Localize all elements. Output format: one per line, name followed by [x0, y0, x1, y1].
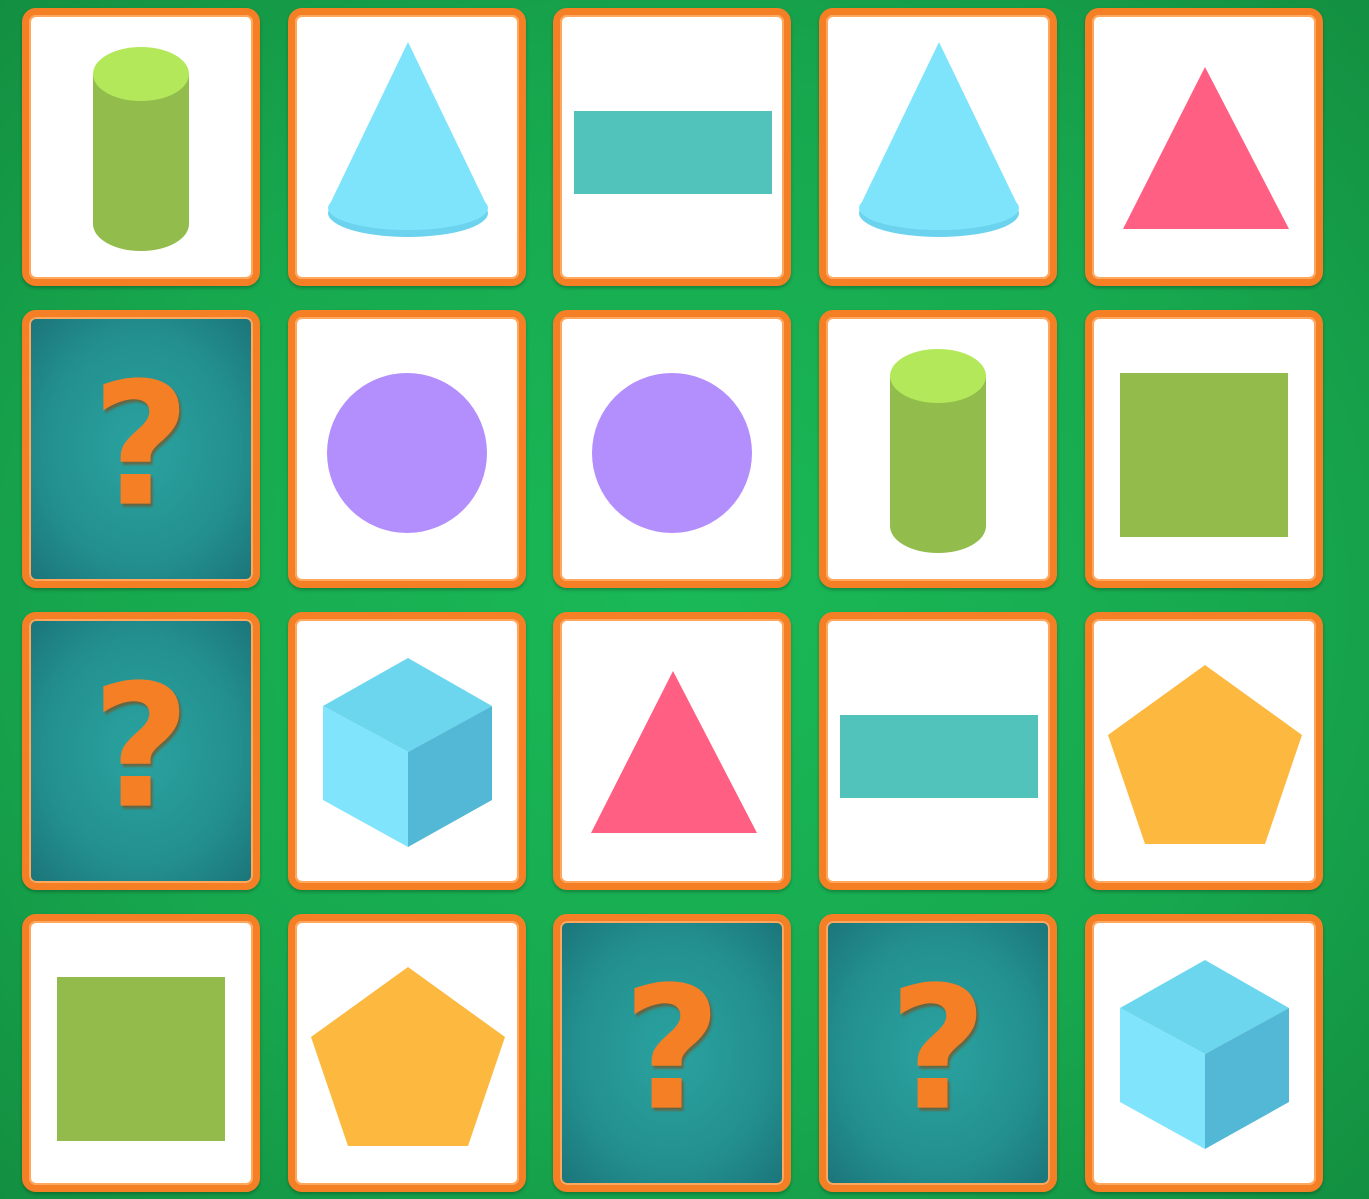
question-mark-icon: ?: [622, 950, 722, 1149]
card-triangle[interactable]: [1085, 8, 1323, 286]
triangle-shape-icon: [591, 671, 757, 833]
cone-shape-icon: [859, 42, 1019, 237]
cylinder-shape-icon: [93, 47, 189, 251]
card-rectangle[interactable]: [819, 612, 1057, 890]
card-circle[interactable]: [553, 310, 791, 588]
cylinder-shape-icon: [890, 349, 986, 553]
memory-game-board: ? ? ??: [0, 0, 1369, 1199]
card-cone[interactable]: [288, 8, 526, 286]
circle-shape-icon: [327, 373, 487, 533]
card-face-down[interactable]: ?: [22, 310, 260, 588]
question-mark-icon: ?: [91, 648, 191, 847]
card-rectangle[interactable]: [553, 8, 791, 286]
card-cube[interactable]: [288, 612, 526, 890]
square-shape-icon: [1120, 373, 1288, 537]
square-shape-icon: [57, 977, 225, 1141]
card-cube[interactable]: [1085, 914, 1323, 1192]
card-cylinder[interactable]: [22, 8, 260, 286]
card-pentagon[interactable]: [1085, 612, 1323, 890]
card-square[interactable]: [1085, 310, 1323, 588]
card-square[interactable]: [22, 914, 260, 1192]
card-face-down[interactable]: ?: [22, 612, 260, 890]
circle-shape-icon: [592, 373, 752, 533]
card-pentagon[interactable]: [288, 914, 526, 1192]
card-cone[interactable]: [819, 8, 1057, 286]
card-circle[interactable]: [288, 310, 526, 588]
cube-shape-icon: [1120, 960, 1289, 1149]
pentagon-shape-icon: [1108, 665, 1302, 844]
card-triangle[interactable]: [553, 612, 791, 890]
card-cylinder[interactable]: [819, 310, 1057, 588]
question-mark-icon: ?: [888, 950, 988, 1149]
triangle-shape-icon: [1123, 67, 1289, 229]
card-face-down[interactable]: ?: [553, 914, 791, 1192]
cone-shape-icon: [328, 42, 488, 237]
pentagon-shape-icon: [311, 967, 505, 1146]
question-mark-icon: ?: [91, 346, 191, 545]
rectangle-shape-icon: [574, 111, 772, 194]
cube-shape-icon: [323, 658, 492, 847]
rectangle-shape-icon: [840, 715, 1038, 798]
card-face-down[interactable]: ?: [819, 914, 1057, 1192]
